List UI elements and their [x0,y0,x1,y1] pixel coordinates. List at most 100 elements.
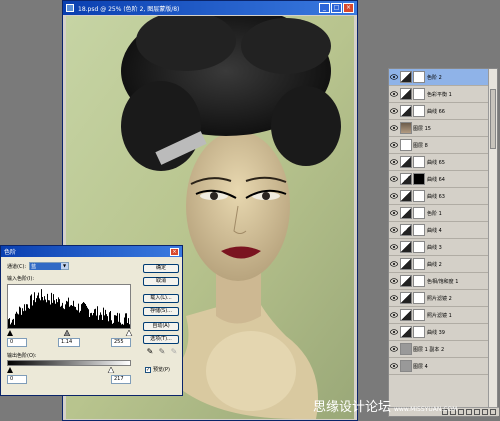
visibility-eye-icon[interactable] [390,209,398,217]
input-black-field[interactable]: 0 [7,338,27,347]
layer-thumbnail[interactable] [400,309,412,321]
load-button[interactable]: 载入(L)... [143,294,179,303]
layer-thumbnail[interactable] [400,139,412,151]
layer-thumbnail[interactable] [400,88,412,100]
layer-mask-thumbnail[interactable] [413,88,425,100]
input-white-field[interactable]: 255 [111,338,131,347]
layer-thumbnail[interactable] [400,360,412,372]
black-eyedropper-icon[interactable]: ✎ [146,347,154,357]
layer-row[interactable]: 曲线 2 [389,256,489,273]
visibility-eye-icon[interactable] [390,141,398,149]
visibility-eye-icon[interactable] [390,328,398,336]
layer-thumbnail[interactable] [400,224,412,236]
save-button[interactable]: 存储(S)... [143,307,179,316]
layer-thumbnail[interactable] [400,292,412,304]
options-button[interactable]: 选项(T)... [143,335,179,344]
visibility-eye-icon[interactable] [390,294,398,302]
close-button[interactable]: × [343,3,354,13]
visibility-eye-icon[interactable] [390,226,398,234]
layer-row[interactable]: 图层 1 副本 2 [389,341,489,358]
visibility-eye-icon[interactable] [390,107,398,115]
ok-button[interactable]: 确定 [143,264,179,273]
output-black-field[interactable]: 0 [7,375,27,384]
layer-mask-thumbnail[interactable] [413,241,425,253]
visibility-eye-icon[interactable] [390,243,398,251]
layer-row[interactable]: 色阶 1 [389,205,489,222]
maximize-button[interactable]: □ [331,3,342,13]
preview-checkbox[interactable]: ✓ [145,366,151,373]
layers-panel[interactable]: 色阶 2 色彩平衡 1 曲线 66 图层 15 图层 8 曲线 65 曲线 64 曲线 63 色… [388,68,499,417]
layer-row[interactable]: 色相/饱和度 1 [389,273,489,290]
visibility-eye-icon[interactable] [390,124,398,132]
visibility-eye-icon[interactable] [390,158,398,166]
minimize-button[interactable]: _ [319,3,330,13]
trash-icon[interactable] [490,409,496,415]
levels-close-button[interactable]: × [170,247,179,256]
layer-mask-thumbnail[interactable] [413,190,425,202]
layer-mask-thumbnail[interactable] [413,173,425,185]
layer-thumbnail[interactable] [400,173,412,185]
layer-thumbnail[interactable] [400,275,412,287]
layer-row[interactable]: 曲线 63 [389,188,489,205]
gray-eyedropper-icon[interactable]: ✎ [158,347,166,357]
layer-thumbnail[interactable] [400,241,412,253]
visibility-eye-icon[interactable] [390,362,398,370]
visibility-eye-icon[interactable] [390,345,398,353]
output-white-field[interactable]: 217 [111,375,131,384]
layer-row[interactable]: 照片滤镜 1 [389,307,489,324]
visibility-eye-icon[interactable] [390,311,398,319]
layer-thumbnail[interactable] [400,326,412,338]
input-gamma-field[interactable]: 1.14 [58,338,80,347]
output-white-slider[interactable] [107,367,115,373]
layer-thumbnail[interactable] [400,258,412,270]
layers-list[interactable]: 色阶 2 色彩平衡 1 曲线 66 图层 15 图层 8 曲线 65 曲线 64 曲线 63 色… [389,69,489,409]
visibility-eye-icon[interactable] [390,90,398,98]
layer-thumbnail[interactable] [400,190,412,202]
layers-scroll-thumb[interactable] [490,89,496,149]
new-layer-icon[interactable] [482,409,488,415]
layer-mask-thumbnail[interactable] [413,309,425,321]
layer-row[interactable]: 色阶 2 [389,69,489,86]
layer-row[interactable]: 曲线 65 [389,154,489,171]
adjustment-layer-icon[interactable] [466,409,472,415]
visibility-eye-icon[interactable] [390,175,398,183]
levels-dialog[interactable]: 色阶 × 通道(C): 蓝 ▼ 输入色阶(I): 0 1.14 255 输出色阶… [0,245,183,396]
layer-mask-thumbnail[interactable] [413,326,425,338]
new-group-icon[interactable] [474,409,480,415]
layer-thumbnail[interactable] [400,71,412,83]
layer-mask-thumbnail[interactable] [413,224,425,236]
layer-thumbnail[interactable] [400,207,412,219]
output-black-slider[interactable] [7,367,13,373]
input-black-slider[interactable] [7,330,13,336]
layers-scrollbar[interactable] [488,69,497,409]
auto-button[interactable]: 自动(A) [143,322,179,331]
layer-mask-thumbnail[interactable] [413,156,425,168]
levels-titlebar[interactable]: 色阶 × [1,246,182,257]
document-titlebar[interactable]: 18.psd @ 25% (色阶 2, 图层蒙版/8) _ □ × [63,1,357,15]
layer-mask-thumbnail[interactable] [413,105,425,117]
layer-row[interactable]: 曲线 39 [389,324,489,341]
input-gamma-slider[interactable] [63,330,71,336]
visibility-eye-icon[interactable] [390,260,398,268]
layer-row[interactable]: 曲线 66 [389,103,489,120]
layer-thumbnail[interactable] [400,105,412,117]
layer-mask-thumbnail[interactable] [413,275,425,287]
channel-select[interactable]: 蓝 ▼ [29,262,70,270]
layer-row[interactable]: 照片滤镜 2 [389,290,489,307]
layer-row[interactable]: 图层 8 [389,137,489,154]
layer-thumbnail[interactable] [400,156,412,168]
layer-row[interactable]: 图层 4 [389,358,489,375]
layer-mask-thumbnail[interactable] [413,207,425,219]
layer-mask-thumbnail[interactable] [413,292,425,304]
layer-row[interactable]: 曲线 3 [389,239,489,256]
add-mask-icon[interactable] [458,409,464,415]
white-eyedropper-icon[interactable]: ✎ [170,347,178,357]
input-slider[interactable] [6,330,133,336]
output-slider[interactable] [6,367,133,373]
layer-row[interactable]: 色彩平衡 1 [389,86,489,103]
visibility-eye-icon[interactable] [390,277,398,285]
input-white-slider[interactable] [125,330,133,336]
layer-mask-thumbnail[interactable] [413,71,425,83]
layer-row[interactable]: 曲线 4 [389,222,489,239]
layer-thumbnail[interactable] [400,343,412,355]
